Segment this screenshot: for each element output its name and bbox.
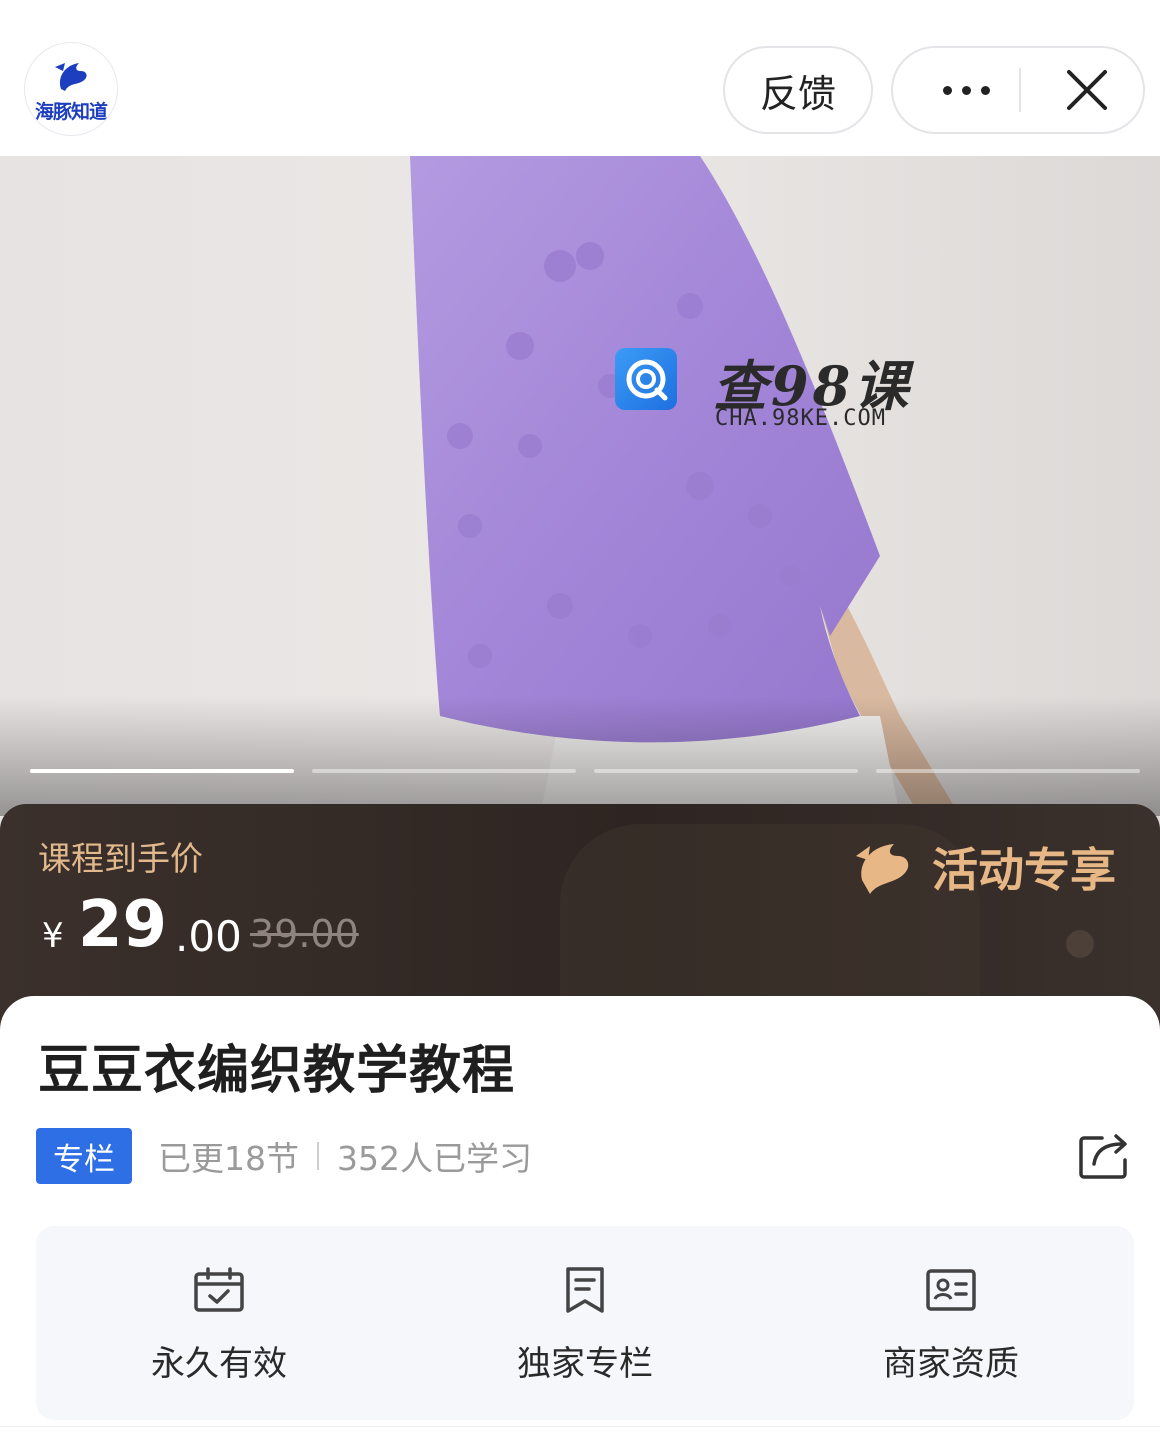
id-card-icon xyxy=(926,1269,976,1311)
course-meta: 已更18节 352人已学习 xyxy=(158,1132,532,1180)
feature-exclusive[interactable]: 独家专栏 xyxy=(402,1226,768,1420)
column-tag: 专栏 xyxy=(36,1128,132,1184)
course-title: 豆豆衣编织教学教程 xyxy=(38,1041,516,1101)
watermark: 查98课 CHA.98KE.COM xyxy=(615,348,935,438)
promo-label: 活动专享 xyxy=(932,843,1116,897)
course-detail-page: 海豚知道 反馈 查98课 CHA.98KE.COM 课程到手价 ¥ 29 .00… xyxy=(0,0,1160,1452)
capsule-divider xyxy=(1019,68,1021,112)
app-logo[interactable]: 海豚知道 xyxy=(24,42,118,136)
capsule-menu xyxy=(891,46,1145,134)
original-price: 39.00 xyxy=(250,912,359,956)
course-info-card: 豆豆衣编织教学教程 专栏 已更18节 352人已学习 永久有效 独家专栏 商家资… xyxy=(0,996,1160,1452)
price-currency: ¥ xyxy=(42,916,64,956)
feedback-button[interactable]: 反馈 xyxy=(723,46,873,134)
feature-label: 永久有效 xyxy=(151,1344,287,1384)
carousel-indicator[interactable] xyxy=(594,769,858,773)
update-count: 已更18节 xyxy=(158,1139,299,1178)
feature-label: 商家资质 xyxy=(883,1344,1019,1384)
feature-merchant-qualification[interactable]: 商家资质 xyxy=(768,1226,1134,1420)
feature-strip: 永久有效 独家专栏 商家资质 xyxy=(36,1226,1134,1420)
close-icon[interactable] xyxy=(1043,48,1133,132)
price-integer: 29 xyxy=(78,888,168,962)
meta-divider xyxy=(317,1142,319,1170)
price-caption: 课程到手价 xyxy=(38,839,203,878)
learner-count: 352人已学习 xyxy=(337,1139,532,1178)
feature-label: 独家专栏 xyxy=(517,1344,653,1384)
feature-permanent[interactable]: 永久有效 xyxy=(36,1226,402,1420)
carousel-indicator[interactable] xyxy=(312,769,576,773)
watermark-logo-icon xyxy=(615,348,677,410)
bookmark-doc-icon xyxy=(566,1267,604,1313)
carousel-indicator[interactable] xyxy=(876,769,1140,773)
share-icon[interactable] xyxy=(1078,1130,1132,1180)
top-bar: 海豚知道 反馈 xyxy=(0,0,1160,156)
watermark-url: CHA.98KE.COM xyxy=(715,406,886,431)
carousel-indicator[interactable] xyxy=(30,769,294,773)
logo-text: 海豚知道 xyxy=(34,101,108,123)
bottom-divider xyxy=(0,1426,1160,1427)
calendar-check-icon xyxy=(194,1267,244,1312)
feedback-label: 反馈 xyxy=(759,71,836,116)
dolphin-promo-icon xyxy=(856,844,909,894)
more-dots-icon[interactable] xyxy=(921,48,1011,132)
price-decimal: .00 xyxy=(175,912,242,961)
